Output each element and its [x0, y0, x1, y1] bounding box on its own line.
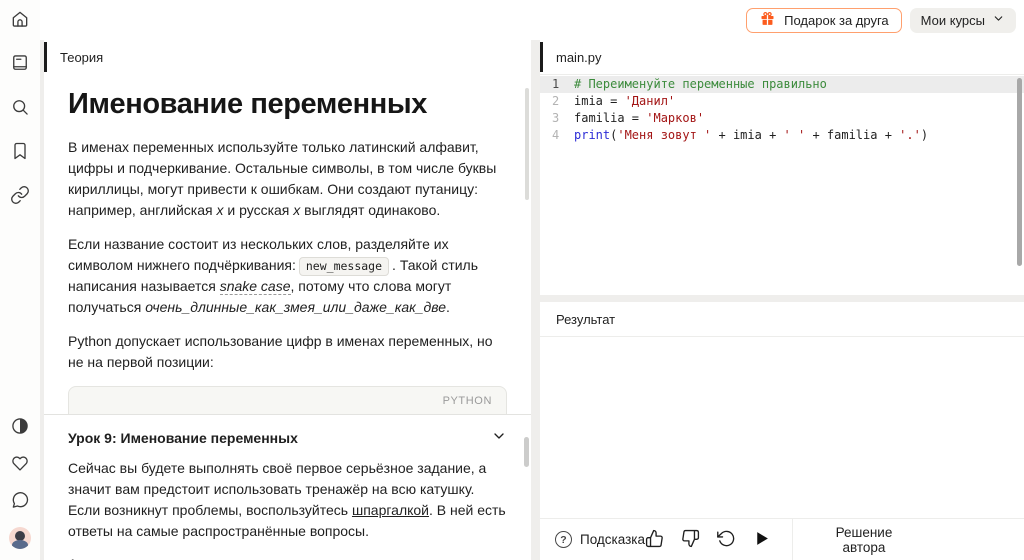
line-number: 3 — [552, 111, 560, 125]
author-solution-button[interactable]: Решение автора — [793, 519, 935, 560]
theory-paragraph-2: Если название состоит из нескольких слов… — [68, 236, 479, 315]
author-solution-label: Решение автора — [835, 524, 893, 555]
chevron-down-icon — [992, 12, 1005, 28]
code-editor[interactable]: 1 # Переименуйте переменные правильно 2 imi… — [540, 75, 1024, 295]
search-icon — [10, 97, 30, 120]
page-title: Именование переменных — [68, 88, 427, 120]
line-number: 4 — [552, 128, 560, 142]
gift-icon — [759, 10, 776, 30]
theory-paragraph-3: Python допускает использование цифр в им… — [68, 333, 493, 370]
task-section: Урок 9: Именование переменных Сейчас вы … — [44, 415, 531, 560]
sidebar-top-group — [8, 8, 32, 208]
thumbs-down-icon — [681, 529, 700, 551]
code-line: 4 print('Меня зовут ' + imia + ' ' + fami… — [540, 127, 1024, 144]
task-paragraph-2: А теперь — к задаче⬇ — [68, 554, 507, 560]
editor-card: main.py 1 # Переименуйте переменные прави… — [540, 40, 1024, 295]
line-number: 1 — [552, 77, 560, 91]
tab-main-py-label: main.py — [556, 50, 602, 65]
main-area: Подарок за друга Мои курсы Теория Именов… — [40, 0, 1024, 560]
sidebar-item-search[interactable] — [8, 96, 32, 120]
sidebar-bottom-group — [8, 415, 32, 550]
book-icon — [10, 53, 30, 76]
tab-theory-label: Теория — [60, 50, 104, 65]
thumbs-up-icon — [645, 529, 664, 551]
sidebar-item-home[interactable] — [8, 8, 32, 32]
result-header: Результат — [540, 302, 1024, 337]
sidebar-item-profile[interactable] — [8, 526, 32, 550]
content: Теория Именование переменных В именах пе… — [40, 40, 1024, 560]
contrast-icon — [10, 416, 30, 439]
code-line: 2 imia = 'Данил' — [540, 93, 1024, 110]
thumbs-down-button[interactable] — [681, 529, 700, 551]
line-number: 2 — [552, 94, 560, 108]
question-circle-icon — [555, 531, 572, 548]
code-line: 3 familia = 'Марков' — [540, 110, 1024, 127]
hint-button[interactable]: Подсказка — [540, 531, 645, 548]
code-sample-lines: snake1 = "питон"snake2 = "удав"long_snak… — [83, 413, 492, 414]
my-courses-button[interactable]: Мои курсы — [909, 7, 1016, 33]
avatar — [9, 527, 31, 549]
link-icon — [10, 185, 30, 208]
code-line: snake1 = "питон" — [83, 413, 492, 414]
lesson-title: Урок 9: Именование переменных — [68, 429, 298, 446]
sidebar-item-bookmarks[interactable] — [8, 140, 32, 164]
theory-content: Именование переменных В именах переменны… — [44, 74, 531, 414]
theory-paragraph-1: В именах переменных используйте только л… — [68, 139, 497, 218]
bookmark-icon — [10, 141, 30, 164]
run-toolbar: Подсказка Решение автора Проверить — [540, 518, 1024, 560]
sidebar-item-favorites[interactable] — [8, 452, 32, 476]
tab-theory[interactable]: Теория — [44, 40, 531, 74]
thumbs-up-button[interactable] — [645, 529, 664, 551]
sidebar-item-links[interactable] — [8, 184, 32, 208]
code-sample: PYTHON snake1 = "питон"snake2 = "удав"lo… — [68, 386, 507, 414]
cheatsheet-link[interactable]: шпаргалкой — [352, 502, 429, 518]
play-icon — [753, 530, 770, 550]
app: Подарок за друга Мои курсы Теория Именов… — [0, 0, 1024, 560]
hint-label: Подсказка — [580, 532, 646, 547]
editor-lines: 1 # Переименуйте переменные правильно 2 imi… — [540, 76, 1024, 144]
editor-tool-icons — [645, 529, 770, 551]
result-card: Результат Подсказка — [540, 302, 1024, 560]
trainer-panel: main.py 1 # Переименуйте переменные прави… — [540, 40, 1024, 560]
home-icon — [10, 9, 30, 32]
heart-icon — [10, 453, 30, 476]
run-button[interactable] — [753, 530, 770, 550]
result-output-area — [540, 337, 1024, 518]
lesson-accordion-header[interactable]: Урок 9: Именование переменных — [68, 424, 507, 458]
my-courses-label: Мои курсы — [920, 12, 985, 28]
check-button-label: Проверить — [945, 532, 1014, 547]
reset-icon — [717, 529, 736, 551]
inline-code-chip: new_message — [298, 257, 390, 276]
theory-panel: Теория Именование переменных В именах пе… — [44, 40, 531, 560]
topbar: Подарок за друга Мои курсы — [40, 0, 1024, 40]
code-line: 1 # Переименуйте переменные правильно — [540, 76, 1024, 93]
check-button[interactable]: Проверить — [935, 519, 1024, 560]
sidebar — [0, 0, 40, 560]
code-language-label: PYTHON — [442, 395, 492, 407]
theory-scrollbar[interactable] — [525, 88, 529, 200]
gift-button-label: Подарок за друга — [784, 12, 889, 28]
tab-main-py[interactable]: main.py — [540, 40, 1024, 75]
gift-for-friend-button[interactable]: Подарок за друга — [746, 7, 902, 33]
task-scrollbar[interactable] — [524, 437, 529, 467]
reset-button[interactable] — [717, 529, 736, 551]
editor-scrollbar[interactable] — [1017, 78, 1022, 266]
sidebar-item-theme[interactable] — [8, 415, 32, 439]
sidebar-item-courses[interactable] — [8, 52, 32, 76]
chat-icon — [10, 490, 30, 513]
chevron-down-icon — [491, 428, 507, 447]
sidebar-item-chat[interactable] — [8, 489, 32, 513]
task-paragraph-1: Сейчас вы будете выполнять своё первое с… — [68, 460, 506, 539]
term-snake-case[interactable]: snake case — [219, 278, 291, 295]
